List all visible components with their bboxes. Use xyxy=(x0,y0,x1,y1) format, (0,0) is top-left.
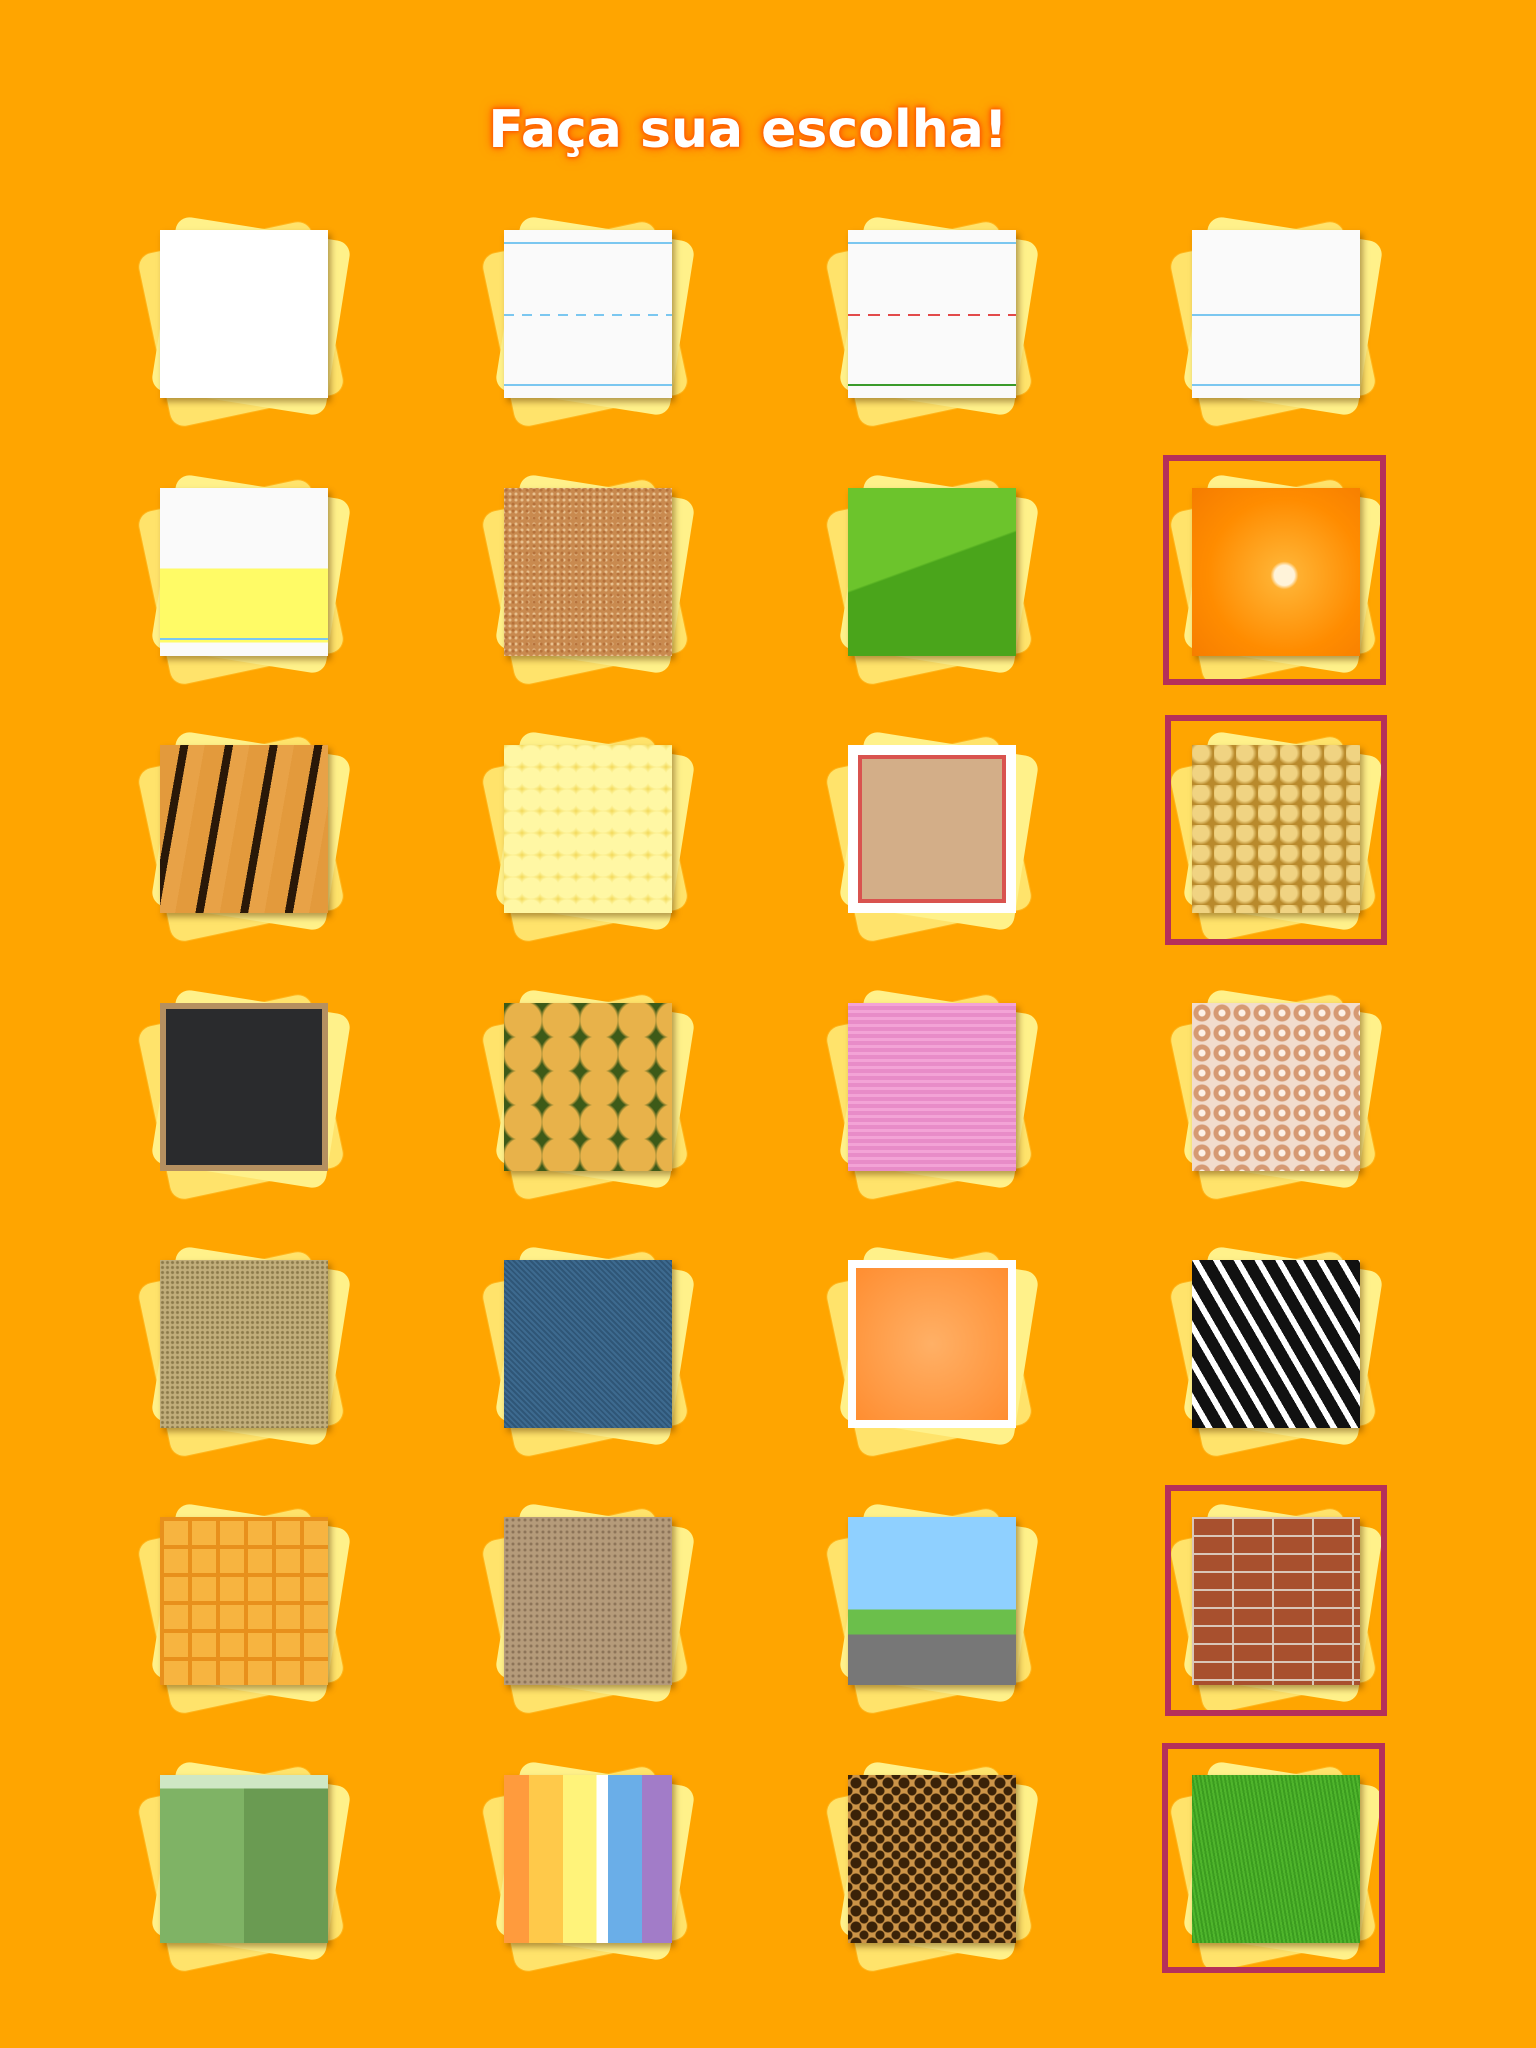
tile-beach-frame[interactable] xyxy=(480,1502,696,1716)
tile-pineapple[interactable] xyxy=(480,988,696,1202)
map-icon xyxy=(160,1775,328,1943)
tile-green-leaf[interactable] xyxy=(824,473,1040,687)
tile-double-lined-paper[interactable] xyxy=(1168,215,1384,429)
waffle-icon xyxy=(160,1517,328,1685)
yellow-band-paper-icon xyxy=(160,488,328,656)
tile-orange-slice[interactable] xyxy=(1168,473,1384,687)
lined-paper-double-icon xyxy=(1192,230,1360,398)
tile-sand[interactable] xyxy=(136,1245,352,1459)
zebra-icon xyxy=(1192,1260,1360,1428)
leaf-icon xyxy=(848,488,1016,656)
tile-orange-watercolor[interactable] xyxy=(824,1245,1040,1459)
tile-map-scene[interactable] xyxy=(136,1760,352,1974)
bottom-line xyxy=(848,384,1016,386)
fabric-icon xyxy=(848,1003,1016,1171)
lined-paper-red-icon xyxy=(848,230,1016,398)
orange-icon xyxy=(1192,488,1360,656)
bricks-icon xyxy=(1192,1517,1360,1685)
tile-bricks[interactable] xyxy=(1168,1502,1384,1716)
tile-rainbow-watercolor[interactable] xyxy=(480,1760,696,1974)
tile-grass[interactable] xyxy=(1168,1760,1384,1974)
road-icon xyxy=(848,1517,1016,1685)
frame-icon xyxy=(848,745,1016,913)
pineapple-icon xyxy=(504,1003,672,1171)
tile-pink-fabric[interactable] xyxy=(824,988,1040,1202)
denim-icon xyxy=(504,1260,672,1428)
tile-tiger-fur[interactable] xyxy=(136,730,352,944)
bottom-line xyxy=(160,638,328,640)
tile-blue-lined-paper[interactable] xyxy=(480,215,696,429)
middle-dashed-line xyxy=(504,314,672,316)
tile-chalkboard[interactable] xyxy=(136,988,352,1202)
tile-decorative-frame[interactable] xyxy=(824,730,1040,944)
tile-cereal-rings[interactable] xyxy=(1168,988,1384,1202)
cork-icon xyxy=(504,488,672,656)
tiger-icon xyxy=(160,745,328,913)
top-line xyxy=(504,242,672,244)
middle-dashed-line xyxy=(848,314,1016,316)
tile-zebra[interactable] xyxy=(1168,1245,1384,1459)
raisins-icon xyxy=(1192,745,1360,913)
chalkboard-icon xyxy=(160,1003,328,1171)
beach-icon xyxy=(504,1517,672,1685)
bottom-line xyxy=(1192,384,1360,386)
tile-cork-board[interactable] xyxy=(480,473,696,687)
tile-blank-paper[interactable] xyxy=(136,215,352,429)
cereal-icon xyxy=(1192,1003,1360,1171)
bottom-line xyxy=(504,384,672,386)
tile-yellow-band-paper[interactable] xyxy=(136,473,352,687)
tile-road-scene[interactable] xyxy=(824,1502,1040,1716)
tile-red-dashed-paper[interactable] xyxy=(824,215,1040,429)
middle-line xyxy=(1192,314,1360,316)
lined-paper-blue-icon xyxy=(504,230,672,398)
tile-raisins[interactable] xyxy=(1168,730,1384,944)
tile-waffle[interactable] xyxy=(136,1502,352,1716)
tile-corn[interactable] xyxy=(480,730,696,944)
top-line xyxy=(848,242,1016,244)
texture-grid xyxy=(0,0,1536,2048)
rainbow-icon xyxy=(504,1775,672,1943)
tile-leopard[interactable] xyxy=(824,1760,1040,1974)
blank-paper-icon xyxy=(160,230,328,398)
leopard-icon xyxy=(848,1775,1016,1943)
corn-icon xyxy=(504,745,672,913)
sand-icon xyxy=(160,1260,328,1428)
tile-denim[interactable] xyxy=(480,1245,696,1459)
watercolor-icon xyxy=(848,1260,1016,1428)
grass-icon xyxy=(1192,1775,1360,1943)
